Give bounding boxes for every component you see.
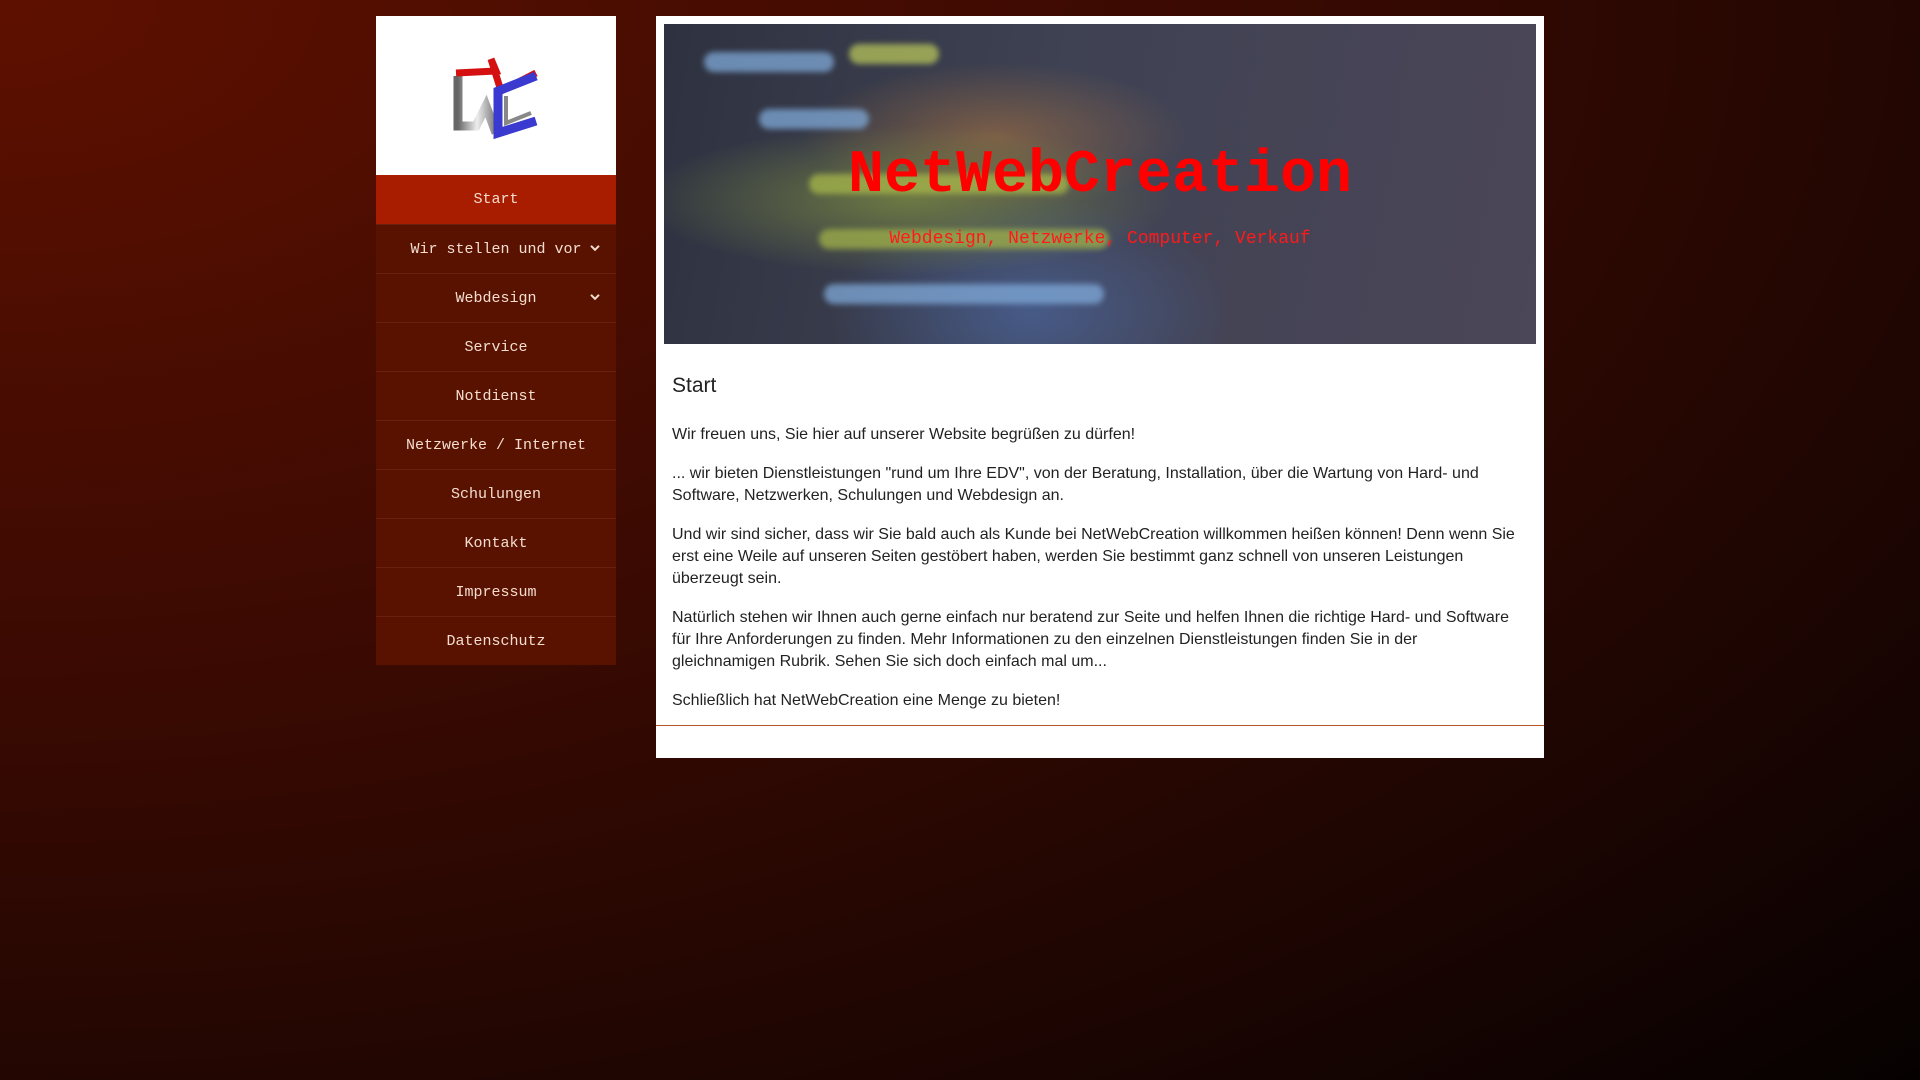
nav-item-notdienst[interactable]: Notdienst: [376, 371, 616, 420]
nav-item-schulungen[interactable]: Schulungen: [376, 469, 616, 518]
code-image-decoration: [759, 109, 869, 129]
sidebar: Start Wir stellen und vor Webdesign Serv…: [376, 16, 616, 665]
paragraph: Natürlich stehen wir Ihnen auch gerne ei…: [672, 609, 1509, 670]
code-image-decoration: [704, 52, 834, 72]
site-subtitle: Webdesign, Netzwerke, Computer, Verkauf: [889, 229, 1311, 249]
paragraph: Schließlich hat NetWebCreation eine Meng…: [672, 692, 1061, 709]
paragraph: Und wir sind sicher, dass wir Sie bald a…: [672, 526, 1515, 587]
nav-item-service[interactable]: Service: [376, 322, 616, 371]
code-image-decoration: [849, 44, 939, 64]
chevron-down-icon[interactable]: [590, 245, 600, 252]
header-banner: NetWebCreation Webdesign, Netzwerke, Com…: [664, 24, 1536, 344]
nav-item-datenschutz[interactable]: Datenschutz: [376, 616, 616, 665]
code-image-decoration: [824, 284, 1104, 304]
site-title: NetWebCreation: [847, 142, 1353, 210]
nwc-logo-icon: [453, 57, 538, 139]
nav-item-wir-stellen-uns-vor[interactable]: Wir stellen und vor: [376, 224, 616, 273]
nav-item-impressum[interactable]: Impressum: [376, 567, 616, 616]
nav-item-start[interactable]: Start: [376, 175, 616, 224]
page-title: Start: [672, 374, 717, 397]
paragraph: ... wir bieten Dienstleistungen "rund um…: [672, 465, 1479, 504]
nav-item-webdesign[interactable]: Webdesign: [376, 273, 616, 322]
paragraph: Wir freuen uns, Sie hier auf unserer Web…: [672, 426, 1136, 443]
nav-item-kontakt[interactable]: Kontakt: [376, 518, 616, 567]
main-nav: Start Wir stellen und vor Webdesign Serv…: [376, 175, 616, 665]
nav-item-netzwerke-internet[interactable]: Netzwerke / Internet: [376, 420, 616, 469]
main-content: Start Wir freuen uns, Sie hier auf unser…: [672, 360, 1522, 729]
logo[interactable]: [376, 16, 616, 175]
content-card: NetWebCreation Webdesign, Netzwerke, Com…: [656, 16, 1544, 758]
footer-divider: [656, 725, 1544, 726]
chevron-down-icon[interactable]: [590, 294, 600, 301]
